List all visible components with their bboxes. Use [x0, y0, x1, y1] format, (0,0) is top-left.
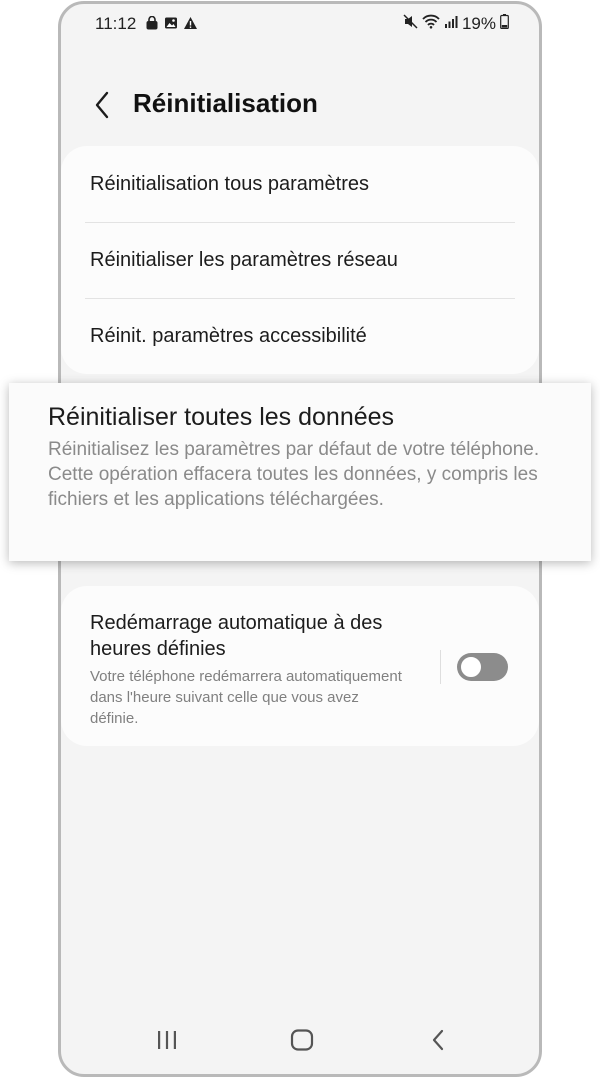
page-header: Réinitialisation — [61, 82, 539, 128]
status-right: 19% — [403, 14, 509, 34]
reset-accessibility-settings-label: Réinit. paramètres accessibilité — [90, 325, 367, 347]
status-bar: 11:12 19% — [61, 4, 539, 44]
navigation-bar — [61, 1020, 539, 1060]
nav-back-button[interactable] — [408, 1020, 468, 1060]
recents-icon — [158, 1031, 176, 1049]
warning-icon — [183, 16, 198, 35]
reset-options-card: Réinitialisation tous paramètres Réiniti… — [61, 146, 539, 374]
reset-network-settings-item[interactable]: Réinitialiser les paramètres réseau — [61, 223, 539, 298]
auto-restart-card[interactable]: Redémarrage automatique à des heures déf… — [61, 586, 539, 746]
battery-percentage: 19% — [461, 14, 496, 33]
image-icon — [164, 16, 178, 35]
battery-icon — [500, 14, 509, 34]
auto-restart-description: Votre téléphone redémarrera automatiquem… — [90, 668, 402, 727]
bag-icon — [145, 15, 159, 35]
auto-restart-title: Redémarrage automatique à des heures déf… — [90, 612, 383, 660]
home-button[interactable] — [272, 1020, 332, 1060]
recents-button[interactable] — [137, 1020, 197, 1060]
home-icon — [290, 1029, 314, 1051]
signal-icon — [444, 14, 458, 34]
back-icon — [432, 1029, 444, 1051]
auto-restart-toggle[interactable] — [457, 653, 508, 681]
wifi-icon — [422, 14, 440, 34]
chevron-left-icon — [95, 91, 109, 119]
reset-all-settings-item[interactable]: Réinitialisation tous paramètres — [61, 147, 539, 222]
toggle-knob — [459, 655, 483, 679]
status-time: 11:12 — [95, 14, 137, 33]
reset-all-settings-label: Réinitialisation tous paramètres — [90, 173, 370, 195]
factory-reset-description: Réinitialisez les paramètres par défaut … — [48, 439, 540, 510]
factory-reset-title: Réinitialiser toutes les données — [48, 403, 395, 431]
back-button[interactable] — [87, 88, 117, 122]
mute-icon — [403, 14, 418, 34]
page-title: Réinitialisation — [133, 88, 318, 118]
reset-accessibility-settings-item[interactable]: Réinit. paramètres accessibilité — [61, 299, 539, 374]
status-left-icons — [145, 15, 198, 35]
reset-network-settings-label: Réinitialiser les paramètres réseau — [90, 249, 398, 271]
factory-reset-item[interactable]: Réinitialiser toutes les données Réiniti… — [9, 383, 591, 561]
divider — [440, 650, 441, 684]
